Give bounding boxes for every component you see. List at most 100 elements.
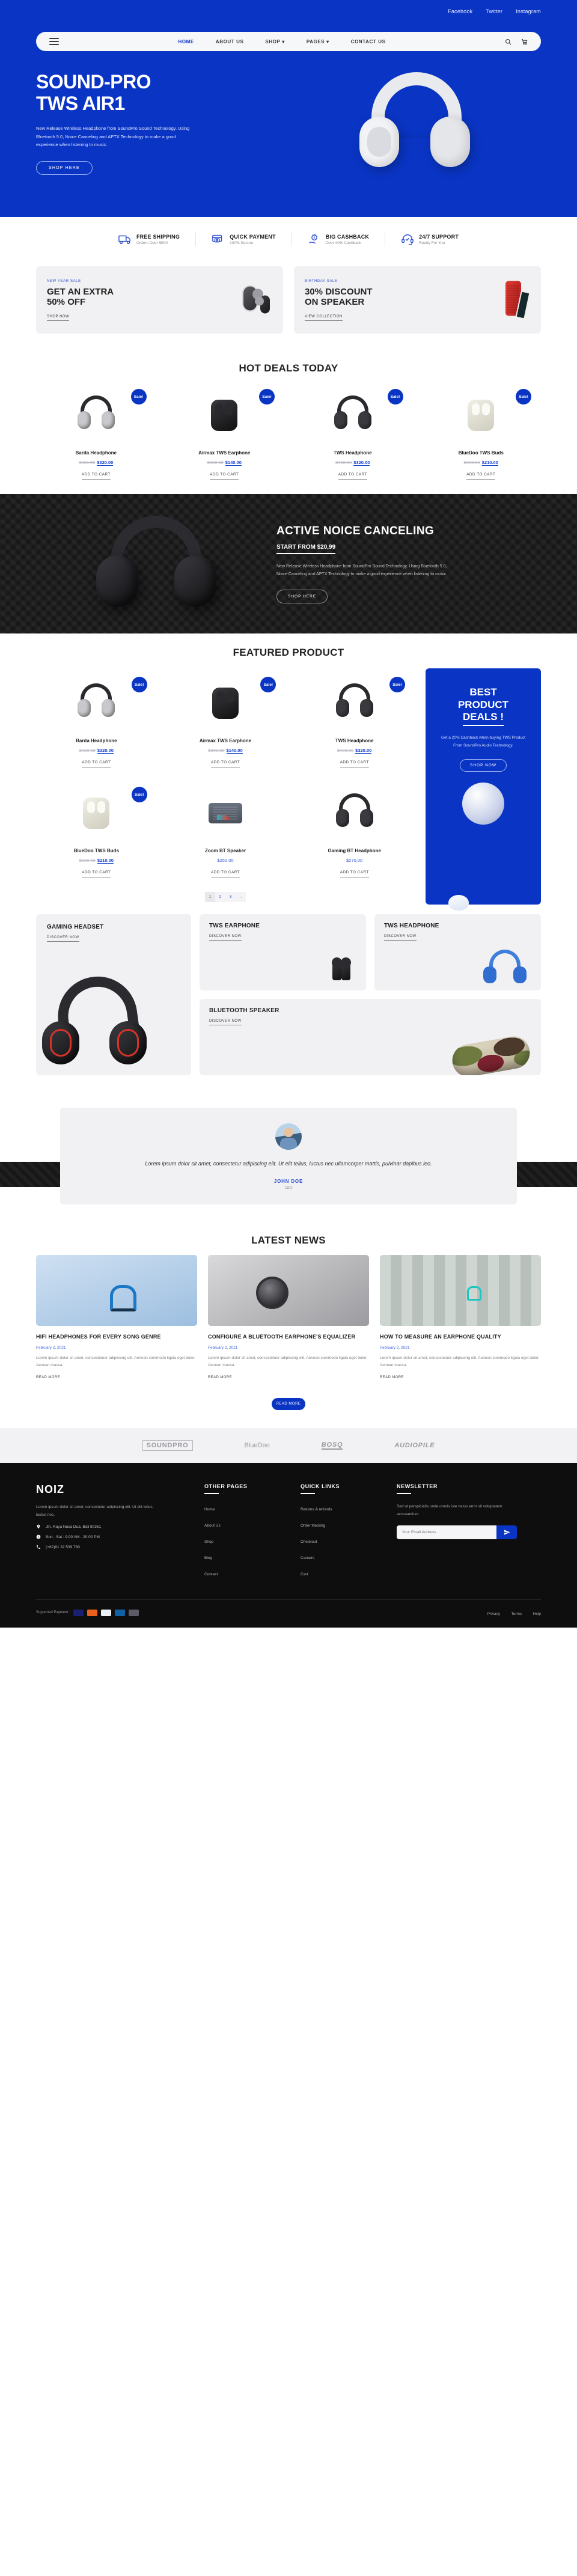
add-to-cart-button[interactable]: ADD TO CART xyxy=(82,760,111,768)
category-discover-link[interactable]: DISCOVER NOW xyxy=(209,1019,242,1026)
over-ear-headphone-illustration xyxy=(334,395,372,435)
social-link-instagram[interactable]: Instagram xyxy=(516,8,541,14)
category-card-bluetooth-speaker[interactable]: BLUETOOTH SPEAKER DISCOVER NOW xyxy=(200,999,541,1076)
product-card[interactable]: Sale! BlueDoo TWS Buds $300.00 $210.00 AD… xyxy=(36,783,157,878)
product-image: Sale! xyxy=(165,673,286,733)
newsletter-email-input[interactable] xyxy=(397,1525,496,1540)
earbuds-illustration xyxy=(243,286,270,314)
sale-badge: Sale! xyxy=(259,389,275,405)
footer-link-cart[interactable]: Cart xyxy=(301,1572,308,1576)
banner-description: New Release Wireless Headphone from Soun… xyxy=(276,564,448,577)
cart-icon[interactable] xyxy=(521,38,528,45)
footer-address: Jln. Raya Nusa Dua, Bali 80361 xyxy=(46,1524,102,1529)
product-price: $300.00 $210.00 xyxy=(421,460,542,466)
add-to-cart-button[interactable]: ADD TO CART xyxy=(466,472,496,480)
nav-item-about-us[interactable]: ABOUT US xyxy=(216,39,244,44)
promo-tag: NEW YEAR SALE xyxy=(47,279,81,284)
sale-badge: Sale! xyxy=(130,389,147,405)
add-to-cart-button[interactable]: ADD TO CART xyxy=(338,472,367,480)
nav-item-contact-us[interactable]: CONTACT US xyxy=(351,39,386,44)
hamburger-icon[interactable] xyxy=(49,38,59,45)
footer-link-privacy[interactable]: Privacy xyxy=(487,1612,500,1616)
search-icon[interactable] xyxy=(505,38,511,45)
pagination-page-2[interactable]: 2 xyxy=(215,892,225,903)
category-discover-link[interactable]: DISCOVER NOW xyxy=(47,936,79,942)
footer-link-careers[interactable]: Careers xyxy=(301,1556,314,1560)
pagination-page-1[interactable]: 1 xyxy=(205,892,215,903)
product-card[interactable]: Sale! Airmax TWS Earphone $300.00 $140.00… xyxy=(165,385,285,480)
promo-view-collection-link[interactable]: VIEW COLLECTION xyxy=(305,315,343,321)
footer-link-returns-refunds[interactable]: Returns & refunds xyxy=(301,1507,332,1512)
add-to-cart-button[interactable]: ADD TO CART xyxy=(82,870,111,878)
product-card[interactable]: Sale! Barda Headphone $420.00 $320.00 ADD… xyxy=(36,673,157,768)
news-read-more-link[interactable]: READ MORE xyxy=(208,1376,232,1379)
category-discover-link[interactable]: DISCOVER NOW xyxy=(209,935,242,941)
promo-birthday-sale[interactable]: BIRTHDAY SALE 30% DISCOUNT ON SPEAKER VI… xyxy=(294,266,541,334)
news-read-more-link[interactable]: READ MORE xyxy=(36,1376,60,1379)
product-old-price: $300.00 xyxy=(79,858,96,864)
add-to-cart-button[interactable]: ADD TO CART xyxy=(210,870,240,878)
news-card[interactable]: CONFIGURE A BLUETOOTH EARPHONE'S EQUALIZ… xyxy=(208,1255,369,1381)
footer-quick-links-column: QUICK LINKS Returns & refunds Order trac… xyxy=(301,1483,397,1584)
product-card[interactable]: Sale! Airmax TWS Earphone $300.00 $140.00… xyxy=(165,673,286,768)
footer-link-about-us[interactable]: About Us xyxy=(204,1524,221,1528)
add-to-cart-button[interactable]: ADD TO CART xyxy=(340,760,369,768)
news-load-more-button[interactable]: READ MORE xyxy=(272,1398,305,1411)
footer-link-contact[interactable]: Contact xyxy=(204,1572,218,1576)
testimonial-author: JOHN DOE xyxy=(273,1179,304,1185)
newsletter-form xyxy=(397,1525,517,1540)
category-discover-link[interactable]: DISCOVER NOW xyxy=(384,935,417,941)
product-card[interactable]: Zoom BT Speaker $250.00 ADD TO CART xyxy=(165,783,286,878)
category-title: GAMING HEADSET xyxy=(47,924,104,931)
footer-link-order-tracking[interactable]: Order tracking xyxy=(301,1524,325,1528)
hero-section: NOIZ HOME ABOUT US SHOP ▾ PAGES ▾ CONTAC… xyxy=(0,23,577,218)
footer-link-home[interactable]: Home xyxy=(204,1507,215,1512)
truck-icon xyxy=(118,233,132,246)
promo-shop-now-link[interactable]: SHOP NOW xyxy=(47,315,70,321)
promo-new-year-sale[interactable]: NEW YEAR SALE GET AN EXTRA 50% OFF SHOP … xyxy=(36,266,283,334)
footer-other-pages-column: OTHER PAGES Home About Us Shop Blog Cont… xyxy=(204,1483,301,1584)
brand-logo-bosq: BOSQ xyxy=(321,1441,343,1450)
footer-link-checkout[interactable]: Checkout xyxy=(301,1540,317,1544)
feature-big-cashback: $ BIG CASHBACK Over 40% Cashback xyxy=(291,233,385,246)
site-logo[interactable]: NOIZ xyxy=(0,23,577,32)
product-card[interactable]: Sale! Barda Headphone $420.00 $320.00 ADD… xyxy=(36,385,156,480)
news-card[interactable]: HOW TO MEASURE AN EARPHONE QUALITY Febru… xyxy=(380,1255,541,1381)
news-read-more-link[interactable]: READ MORE xyxy=(380,1376,404,1379)
product-card[interactable]: Sale! BlueDoo TWS Buds $300.00 $210.00 AD… xyxy=(421,385,542,480)
news-thumbnail xyxy=(380,1255,541,1326)
product-card[interactable]: Sale! TWS Headphone $400.00 $320.00 ADD T… xyxy=(294,673,415,768)
product-card[interactable]: Sale! TWS Headphone $400.00 $320.00 ADD T… xyxy=(293,385,413,480)
banner-shop-here-button[interactable]: SHOP HERE xyxy=(276,589,328,603)
footer-column-heading: OTHER PAGES xyxy=(204,1483,248,1490)
social-link-twitter[interactable]: Twitter xyxy=(486,8,502,14)
product-name: TWS Headphone xyxy=(335,738,374,744)
social-link-facebook[interactable]: Facebook xyxy=(448,8,472,14)
location-pin-icon xyxy=(37,1524,40,1529)
category-card-gaming-headset[interactable]: GAMING HEADSET DISCOVER NOW xyxy=(36,914,191,1076)
add-to-cart-button[interactable]: ADD TO CART xyxy=(210,760,240,768)
pagination-page-3[interactable]: 3 xyxy=(225,892,236,903)
add-to-cart-button[interactable]: ADD TO CART xyxy=(340,870,369,878)
arrow-right-icon[interactable]: → xyxy=(236,892,246,903)
category-card-tws-headphone[interactable]: TWS HEADPHONE DISCOVER NOW xyxy=(374,914,541,991)
footer-link-terms[interactable]: Terms xyxy=(511,1612,522,1616)
news-card[interactable]: HIFI HEADPHONES FOR EVERY SONG GENRE Feb… xyxy=(36,1255,197,1381)
footer-link-blog[interactable]: Blog xyxy=(204,1556,212,1560)
news-excerpt: Lorem ipsum dolor sit amet, consectetuer… xyxy=(208,1355,368,1368)
footer-link-shop[interactable]: Shop xyxy=(204,1540,213,1544)
footer-link-help[interactable]: Help xyxy=(533,1612,541,1616)
add-to-cart-button[interactable]: ADD TO CART xyxy=(210,472,239,480)
product-card[interactable]: Gaming BT Headphone $270.00 ADD TO CART xyxy=(294,783,415,878)
nav-item-pages[interactable]: PAGES ▾ xyxy=(307,39,329,44)
product-name: Barda Headphone xyxy=(76,738,117,744)
deals-shop-now-button[interactable]: SHOP NOW xyxy=(460,759,507,772)
hero-shop-here-button[interactable]: SHOP HERE xyxy=(36,161,93,175)
clock-icon xyxy=(36,1534,41,1539)
nav-item-shop[interactable]: SHOP ▾ xyxy=(265,39,284,44)
category-card-tws-earphone[interactable]: TWS EARPHONE DISCOVER NOW xyxy=(200,914,366,991)
add-to-cart-button[interactable]: ADD TO CART xyxy=(81,472,111,480)
newsletter-submit-button[interactable] xyxy=(496,1525,517,1540)
nav-item-home[interactable]: HOME xyxy=(178,39,194,44)
product-price: $420.00 $320.00 xyxy=(36,748,157,754)
